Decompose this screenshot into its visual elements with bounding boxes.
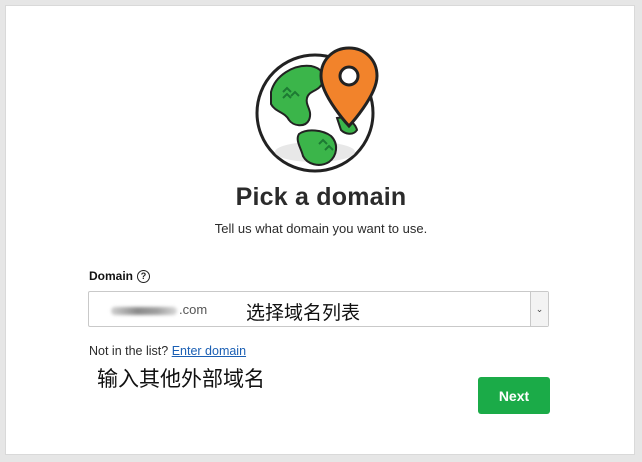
domain-select-value: .com (179, 302, 208, 317)
chevron-down-icon[interactable]: ⌄ (530, 292, 548, 326)
page-subtitle: Tell us what domain you want to use. (214, 221, 428, 236)
domain-label: Domain (89, 269, 134, 283)
not-in-list-text: Not in the list? (89, 344, 172, 358)
enter-domain-annotation: 输入其他外部域名 (97, 367, 265, 391)
redacted-domain-name (111, 307, 177, 315)
domain-select-annotation: 选择域名列表 (246, 302, 361, 324)
page-title: Pick a domain (235, 183, 407, 211)
not-in-list-row: Not in the list? Enter domain (89, 344, 246, 358)
next-button[interactable]: Next (478, 377, 550, 414)
domain-label-row: Domain ? (89, 269, 151, 283)
domain-select[interactable]: .com 选择域名列表 ⌄ (88, 291, 549, 327)
globe-map-pin-icon (255, 46, 379, 173)
enter-domain-link[interactable]: Enter domain (172, 344, 246, 358)
help-icon[interactable]: ? (137, 269, 151, 283)
